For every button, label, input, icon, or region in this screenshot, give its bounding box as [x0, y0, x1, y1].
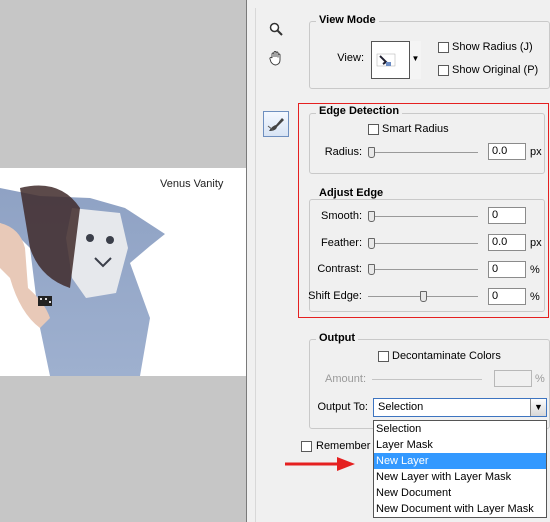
watermark-text: Venus Vanity — [160, 178, 224, 190]
smooth-label: Smooth: — [321, 210, 362, 222]
view-label: View: — [337, 52, 364, 64]
shift-edge-unit: % — [530, 291, 540, 303]
amount-unit: % — [535, 373, 545, 385]
show-radius-checkbox[interactable] — [438, 42, 449, 53]
shift-edge-input[interactable]: 0 — [488, 288, 526, 305]
radius-slider-track[interactable] — [368, 152, 478, 153]
contrast-slider-track[interactable] — [368, 269, 478, 270]
photo-subject — [0, 185, 165, 376]
hand-icon[interactable] — [265, 50, 287, 70]
output-to-label: Output To: — [317, 401, 368, 413]
radius-slider-knob[interactable] — [368, 147, 375, 158]
document-image — [0, 168, 246, 376]
feather-label: Feather: — [321, 237, 362, 249]
chevron-down-icon[interactable]: ▼ — [530, 399, 546, 416]
shift-edge-label: Shift Edge: — [308, 290, 362, 302]
option-new-layer-with-layer-mask[interactable]: New Layer with Layer Mask — [374, 469, 546, 485]
chevron-down-icon[interactable]: ▼ — [409, 41, 421, 79]
feather-slider-track[interactable] — [368, 243, 478, 244]
amount-label: Amount: — [325, 373, 366, 385]
radius-label: Radius: — [324, 146, 362, 158]
feather-input[interactable]: 0.0 — [488, 234, 526, 251]
tool-strip-divider — [255, 8, 256, 522]
edge-detection-title: Edge Detection — [316, 105, 403, 117]
radius-unit: px — [530, 146, 542, 158]
output-to-dropdown-list: Selection Layer Mask New Layer New Layer… — [373, 420, 547, 518]
option-new-layer[interactable]: New Layer — [374, 453, 546, 469]
arrow-right-icon — [285, 457, 355, 471]
contrast-slider-knob[interactable] — [368, 264, 375, 275]
smooth-slider-knob[interactable] — [368, 211, 375, 222]
radius-input[interactable]: 0.0 — [488, 143, 526, 160]
adjust-edge-title: Adjust Edge — [316, 187, 387, 199]
option-new-document-with-layer-mask[interactable]: New Document with Layer Mask — [374, 501, 546, 517]
decontaminate-colors-label: Decontaminate Colors — [392, 350, 501, 362]
smooth-input[interactable]: 0 — [488, 207, 526, 224]
refine-radius-brush-icon[interactable] — [263, 111, 289, 137]
shift-edge-slider-knob[interactable] — [419, 291, 427, 302]
smooth-slider-track[interactable] — [368, 216, 478, 217]
show-original-label: Show Original (P) — [452, 64, 539, 76]
amount-input — [494, 370, 532, 387]
smart-radius-label: Smart Radius — [382, 123, 449, 135]
amount-slider-track — [372, 379, 482, 380]
remember-settings-checkbox[interactable] — [301, 441, 312, 452]
option-layer-mask[interactable]: Layer Mask — [374, 437, 546, 453]
smart-radius-checkbox[interactable] — [368, 124, 379, 135]
show-radius-label: Show Radius (J) — [452, 41, 533, 53]
contrast-input[interactable]: 0 — [488, 261, 526, 278]
option-new-document[interactable]: New Document — [374, 485, 546, 501]
contrast-unit: % — [530, 264, 540, 276]
remember-settings-label: Remember Settings — [316, 440, 373, 452]
option-selection[interactable]: Selection — [374, 421, 546, 437]
show-original-checkbox[interactable] — [438, 65, 449, 76]
decontaminate-colors-checkbox[interactable] — [378, 351, 389, 362]
output-to-select[interactable]: Selection — [373, 398, 547, 417]
feather-unit: px — [530, 237, 542, 249]
feather-slider-knob[interactable] — [368, 238, 375, 249]
view-mode-title: View Mode — [316, 14, 379, 26]
output-title: Output — [316, 332, 359, 344]
contrast-label: Contrast: — [317, 263, 362, 275]
zoom-icon[interactable] — [265, 22, 287, 42]
